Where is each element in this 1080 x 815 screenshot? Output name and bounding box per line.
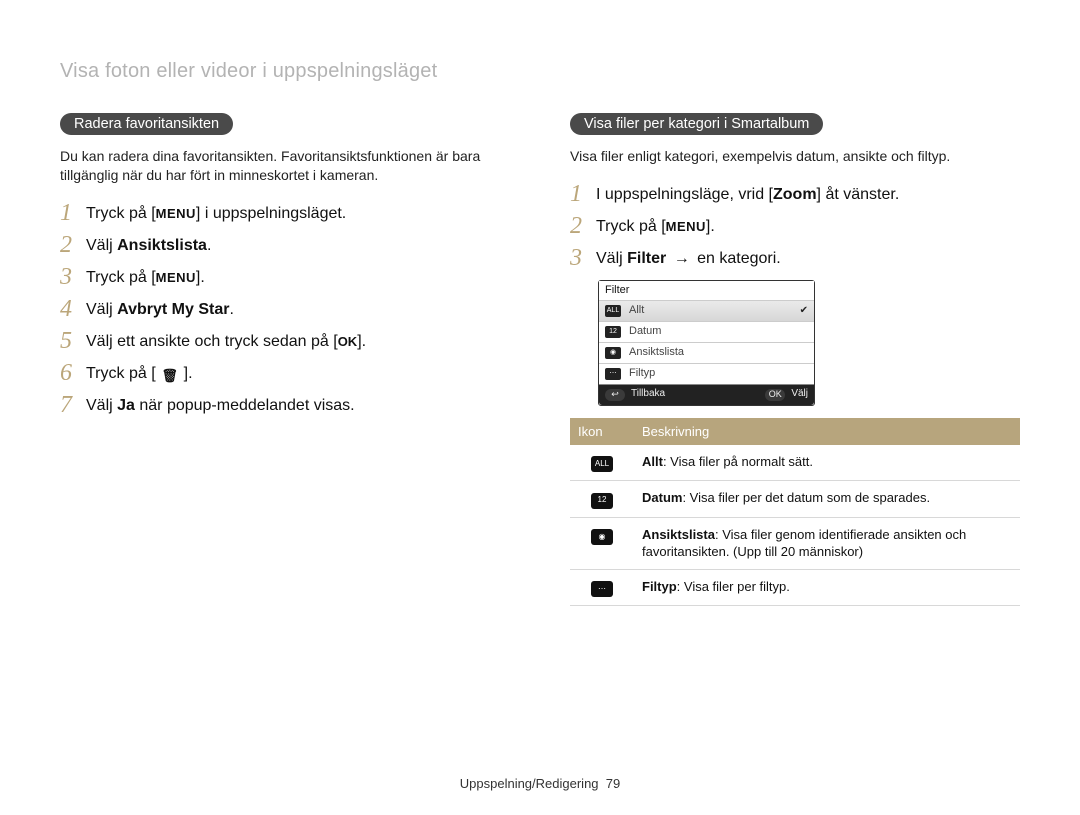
icon-description-table: Ikon Beskrivning ALL Allt: Visa filer på…	[570, 418, 1020, 606]
step-1: Tryck på [MENU] i uppspelningsläget.	[60, 203, 510, 225]
table-row: 12 Datum: Visa filer per det datum som d…	[570, 481, 1020, 517]
calendar-icon: 12	[591, 493, 613, 509]
ok-keyword: OK	[338, 334, 358, 349]
menu-keyword: MENU	[156, 270, 196, 285]
check-icon	[800, 305, 808, 316]
col-icon: Ikon	[570, 418, 634, 445]
cam-row-all: ALL Allt	[599, 300, 814, 321]
back-icon: ↩	[605, 389, 625, 401]
table-row: ALL Allt: Visa filer på normalt sätt.	[570, 445, 1020, 481]
table-row: ⋯ Filtyp: Visa filer per filtyp.	[570, 569, 1020, 605]
manual-page: Visa foton eller videor i uppspelningslä…	[0, 0, 1080, 815]
col-description: Beskrivning	[634, 418, 1020, 445]
step-6: Tryck på [].	[60, 363, 510, 385]
calendar-icon: 12	[605, 326, 621, 338]
left-column: Radera favoritansikten Du kan radera din…	[60, 113, 510, 606]
menu-keyword: MENU	[666, 219, 706, 234]
section-pill-smartalbum: Visa filer per kategori i Smartalbum	[570, 113, 823, 135]
step-4: Välj Avbryt My Star.	[60, 299, 510, 321]
intro-paragraph: Du kan radera dina favoritansikten. Favo…	[60, 147, 510, 185]
trash-icon	[156, 369, 184, 383]
step-3: Tryck på [MENU].	[60, 267, 510, 289]
steps-list-right: I uppspelningsläge, vrid [Zoom] åt vänst…	[570, 184, 1020, 270]
two-column-layout: Radera favoritansikten Du kan radera din…	[60, 113, 1020, 606]
step-3: Välj Filter → en kategori.	[570, 248, 1020, 270]
film-icon: ⋯	[605, 368, 621, 380]
section-pill-delete-favorites: Radera favoritansikten	[60, 113, 233, 135]
all-icon: ALL	[591, 456, 613, 472]
cam-row-face: ◉ Ansiktslista	[599, 342, 814, 363]
face-icon: ◉	[591, 529, 613, 545]
cam-title: Filter	[599, 281, 814, 300]
right-column: Visa filer per kategori i Smartalbum Vis…	[570, 113, 1020, 606]
film-icon: ⋯	[591, 581, 613, 597]
table-header-row: Ikon Beskrivning	[570, 418, 1020, 445]
intro-paragraph-right: Visa filer enligt kategori, exempelvis d…	[570, 147, 1020, 166]
menu-keyword: MENU	[156, 206, 196, 221]
step-2: Tryck på [MENU].	[570, 216, 1020, 238]
cam-row-date: 12 Datum	[599, 321, 814, 342]
cam-bottom-bar: ↩ Tillbaka OK Välj	[599, 385, 814, 405]
arrow-icon: →	[666, 250, 697, 267]
step-1: I uppspelningsläge, vrid [Zoom] åt vänst…	[570, 184, 1020, 206]
step-2: Välj Ansiktslista.	[60, 235, 510, 257]
all-icon: ALL	[605, 305, 621, 317]
steps-list-left: Tryck på [MENU] i uppspelningsläget. Väl…	[60, 203, 510, 417]
ok-icon: OK	[765, 389, 785, 401]
page-title: Visa foton eller videor i uppspelningslä…	[60, 60, 1020, 83]
table-row: ◉ Ansiktslista: Visa filer genom identif…	[570, 517, 1020, 569]
cam-row-filetype: ⋯ Filtyp	[599, 363, 814, 384]
camera-ui-mock: Filter ALL Allt 12 Datum ◉ Ansiktslista	[598, 280, 815, 406]
step-5: Välj ett ansikte och tryck sedan på [OK]…	[60, 331, 510, 353]
step-7: Välj Ja när popup-meddelandet visas.	[60, 395, 510, 417]
page-footer: Uppspelning/Redigering 79	[0, 776, 1080, 791]
face-icon: ◉	[605, 347, 621, 359]
